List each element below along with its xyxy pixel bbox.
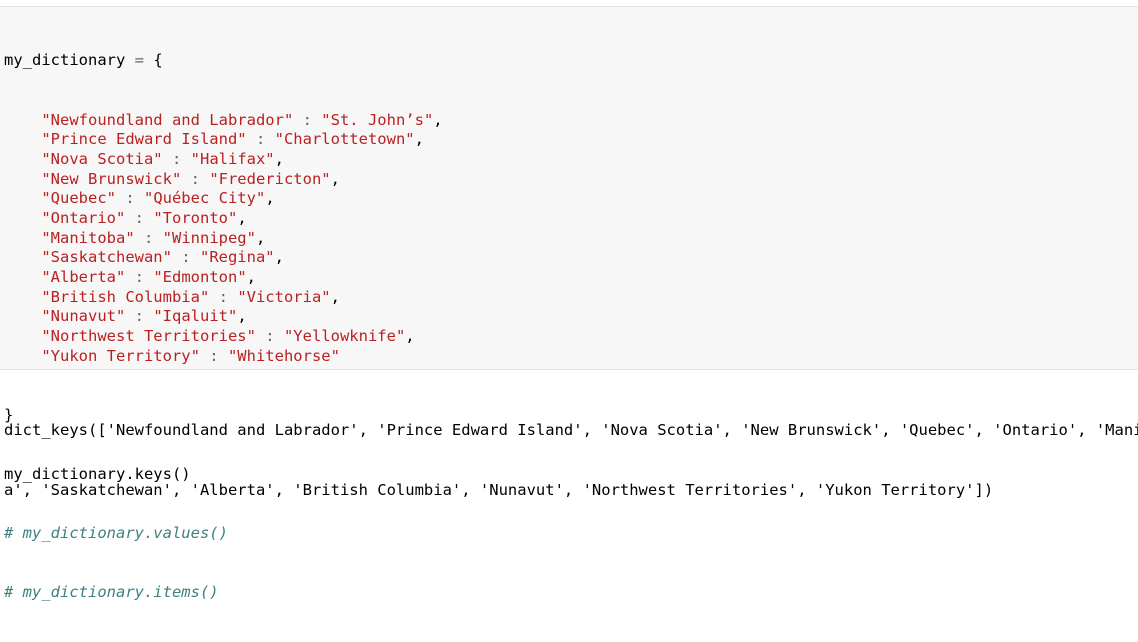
dictionary-entries: "Newfoundland and Labrador" : "St. John’… [4,110,443,367]
key-value-separator: : [134,228,163,247]
dictionary-entry-line: "Yukon Territory" : "Whitehorse" [4,347,443,367]
key-value-separator: : [246,130,275,149]
comma: , [265,189,275,208]
comma: , [237,307,247,326]
comma: , [414,130,424,149]
dictionary-entry-line: "Prince Edward Island" : "Charlottetown"… [4,130,443,150]
dictionary-value: "Halifax" [190,149,275,168]
dictionary-value: "Québec City" [143,189,266,208]
dictionary-entry-line: "Alberta" : "Edmonton", [4,268,443,288]
dictionary-key: "British Columbia" [41,287,210,306]
key-value-separator: : [255,327,284,346]
comma: , [330,169,340,188]
dictionary-key: "Northwest Territories" [41,327,256,346]
dictionary-value: "Fredericton" [209,169,331,188]
dictionary-key: "Newfoundland and Labrador" [41,110,294,129]
key-value-separator: : [181,169,210,188]
key-value-separator: : [125,208,154,227]
dictionary-entry-line: "Newfoundland and Labrador" : "St. John’… [4,110,443,131]
dictionary-value: "Winnipeg" [162,228,256,247]
comment-values: # my_dictionary.values() [4,524,228,543]
dictionary-key: "Prince Edward Island" [41,130,247,149]
dictionary-key: "Manitoba" [41,228,135,247]
dictionary-value: "Charlottetown" [274,130,415,149]
dictionary-entry-line: "Nunavut" : "Iqaluit", [4,307,443,327]
comma: , [433,110,443,129]
dictionary-entry-line: "Nova Scotia" : "Halifax", [4,150,443,170]
dictionary-key: "Nova Scotia" [41,149,163,168]
comma: , [274,149,284,168]
code-line-comment: # my_dictionary.items() [4,583,443,603]
dictionary-key: "Nunavut" [41,307,126,326]
key-value-separator: : [125,268,154,286]
dictionary-key: "Yukon Territory" [41,346,200,365]
code-input-cell[interactable]: my_dictionary = { "Newfoundland and Labr… [0,6,1138,601]
dictionary-key: "Quebec" [41,189,116,208]
dictionary-key: "Saskatchewan" [41,248,172,267]
dictionary-value: "Whitehorse" [227,346,340,365]
code-line-comment: # my_dictionary.values() [4,524,443,544]
key-value-separator: : [115,189,144,208]
key-value-separator: : [162,149,191,168]
dictionary-entry-line: "Saskatchewan" : "Regina", [4,248,443,268]
key-value-separator: : [171,248,200,267]
output-line: a', 'Saskatchewan', 'Alberta', 'British … [4,480,994,499]
comma: , [330,287,340,306]
dictionary-key: "New Brunswick" [41,169,182,188]
dictionary-value: "Edmonton" [153,268,247,286]
dictionary-entry-line: "Manitoba" : "Winnipeg", [4,229,443,249]
assign-operator: = [125,51,154,70]
dictionary-entry-line: "Ontario" : "Toronto", [4,209,443,229]
dictionary-value: "Yellowknife" [283,327,406,346]
dictionary-value: "Toronto" [153,208,238,227]
key-value-separator: : [209,287,238,306]
comma: , [274,248,284,267]
variable-name: my_dictionary [4,51,126,70]
dictionary-value: "Victoria" [237,287,331,306]
key-value-separator: : [199,346,228,365]
comma: , [255,228,266,247]
dictionary-value: "St. John’s" [321,110,434,129]
dictionary-entry-line: "Quebec" : "Québec City", [4,189,443,209]
dictionary-entry-line: "New Brunswick" : "Fredericton", [4,170,443,190]
dictionary-key: "Ontario" [41,208,126,227]
code-line-assignment: my_dictionary = { [4,51,443,71]
open-brace: { [153,51,163,70]
comment-items: # my_dictionary.items() [4,583,219,602]
comma: , [246,268,256,286]
dictionary-value: "Iqaluit" [153,307,238,326]
dictionary-entry-line: "Northwest Territories" : "Yellowknife", [4,327,443,347]
comma: , [237,208,247,227]
dictionary-value: "Regina" [199,248,275,267]
output-line: dict_keys(['Newfoundland and Labrador', … [4,421,1138,440]
key-value-separator: : [125,307,154,326]
comma: , [405,327,415,346]
code-editor[interactable]: my_dictionary = { "Newfoundland and Labr… [4,12,443,642]
dictionary-key: "Alberta" [41,268,126,286]
key-value-separator: : [293,110,322,129]
cell-output: dict_keys(['Newfoundland and Labrador', … [4,382,1138,520]
dictionary-entry-line: "British Columbia" : "Victoria", [4,288,443,308]
